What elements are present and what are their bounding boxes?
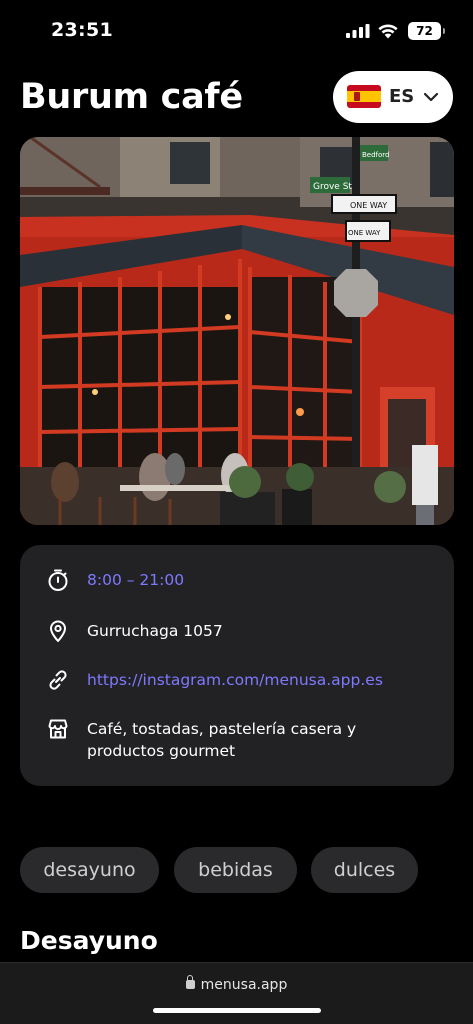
language-selector[interactable]: ES (333, 71, 453, 123)
category-chip-bebidas[interactable]: bebidas (174, 847, 297, 893)
spain-flag-icon (347, 85, 381, 108)
browser-address-bar[interactable]: menusa.app (0, 962, 473, 1024)
url-text: menusa.app (200, 977, 288, 993)
app-screen: 23:51 72 Burum café ES Grove St ONE WAY … (0, 0, 473, 1024)
language-code: ES (389, 86, 415, 107)
info-card: 8:00 – 21:00 Gurruchaga 1057 https://ins… (20, 545, 454, 786)
status-time: 23:51 (51, 19, 113, 41)
cafe-hero-image: Grove St ONE WAY ONE WAY Bedford (20, 137, 454, 525)
url-display[interactable]: menusa.app (0, 975, 473, 993)
description-row: Café, tostadas, pastelería casera y prod… (20, 717, 454, 763)
chevron-down-icon (423, 92, 439, 102)
stopwatch-icon (48, 569, 68, 591)
one-way-sign-upper: ONE WAY (350, 201, 387, 210)
street-sign-grove: Grove St (313, 182, 352, 192)
wifi-icon (378, 24, 398, 39)
home-indicator[interactable] (153, 1008, 321, 1013)
address-row: Gurruchaga 1057 (20, 619, 454, 643)
category-chip-desayuno[interactable]: desayuno (20, 847, 159, 893)
page-title: Burum café (20, 77, 243, 117)
battery-indicator: 72 (408, 22, 445, 40)
street-sign-bedford: Bedford (362, 151, 390, 159)
status-bar: 23:51 72 (0, 0, 473, 60)
category-chip-dulces[interactable]: dulces (311, 847, 418, 893)
signal-icon (346, 24, 370, 38)
lock-icon (185, 975, 195, 989)
one-way-sign-lower: ONE WAY (348, 229, 381, 237)
location-pin-icon (50, 620, 66, 642)
hours-row: 8:00 – 21:00 (20, 568, 454, 592)
link-row[interactable]: https://instagram.com/menusa.app.es (20, 668, 454, 692)
cafe-storefront-illustration: Grove St ONE WAY ONE WAY Bedford (20, 137, 454, 525)
instagram-link[interactable]: https://instagram.com/menusa.app.es (87, 669, 383, 691)
hours-text: 8:00 – 21:00 (87, 571, 185, 589)
address-text: Gurruchaga 1057 (87, 622, 223, 640)
section-title: Desayuno (20, 926, 158, 955)
link-chain-icon (49, 670, 67, 690)
storefront-icon (48, 719, 68, 739)
description-text: Café, tostadas, pastelería casera y prod… (87, 720, 357, 760)
